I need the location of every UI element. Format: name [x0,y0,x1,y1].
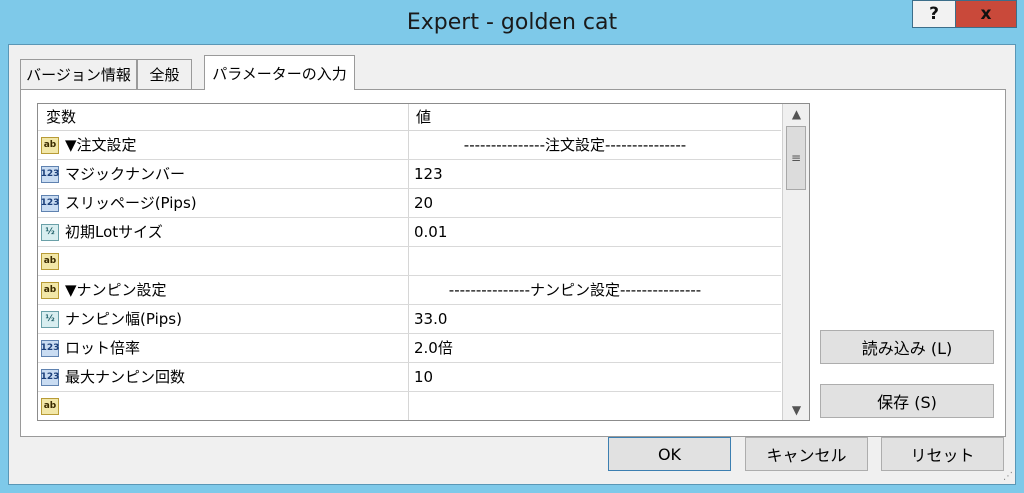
table-row[interactable]: 123 スリッページ(Pips) 20 [38,189,781,218]
double-type-icon: ½ [41,224,59,241]
scroll-down-icon[interactable]: ▼ [783,400,809,420]
double-type-icon: ½ [41,311,59,328]
tab-version-info[interactable]: バージョン情報 [20,59,137,89]
table-row[interactable]: 123 マジックナンバー 123 [38,160,781,189]
parameter-name: ロット倍率 [65,339,141,357]
table-row[interactable]: 123 ロット倍率 2.0倍 [38,334,781,363]
table-row[interactable]: ½ ナンピン幅(Pips) 33.0 [38,305,781,334]
header-value[interactable]: 値 [416,104,431,130]
expert-dialog: Expert - golden cat ? x バージョン情報 全般 パラメータ… [0,0,1024,493]
reset-button[interactable]: リセット [881,437,1004,471]
parameter-name: ナンピン幅(Pips) [65,310,182,328]
parameter-value[interactable]: 10 [414,363,433,392]
parameter-name: ▼注文設定 [65,136,137,154]
string-type-icon: ab [41,398,59,415]
table-row[interactable]: ab ▼注文設定 ---------------注文設定--------------… [38,131,781,160]
vertical-scrollbar[interactable]: ▲ ≡ ▼ [782,104,809,420]
parameter-name: 最大ナンピン回数 [65,368,186,386]
cancel-button[interactable]: キャンセル [745,437,868,471]
parameter-value[interactable]: 20 [414,189,433,218]
scroll-thumb[interactable]: ≡ [786,126,806,190]
table-row[interactable]: ab [38,392,781,420]
string-type-icon: ab [41,253,59,270]
table-row[interactable]: ab [38,247,781,276]
tab-input-parameters[interactable]: パラメーターの入力 [204,55,355,90]
parameter-value[interactable]: 0.01 [414,218,447,247]
parameters-panel: 変数 値 ab ▼注文設定 ---------------注文設定---------… [20,89,1006,437]
tab-general[interactable]: 全般 [137,59,192,89]
help-button[interactable]: ? [912,0,956,28]
parameter-name: スリッページ(Pips) [65,194,197,212]
parameter-value[interactable]: ---------------ナンピン設定--------------- [414,276,736,305]
close-button[interactable]: x [955,0,1017,28]
save-button[interactable]: 保存 (S) [820,384,994,418]
string-type-icon: ab [41,137,59,154]
table-header: 変数 値 [38,104,781,131]
parameter-value[interactable]: ---------------注文設定--------------- [414,131,736,160]
title-bar[interactable]: Expert - golden cat ? x [0,0,1024,44]
parameter-value[interactable]: 33.0 [414,305,447,334]
window-title: Expert - golden cat [406,10,618,35]
load-button[interactable]: 読み込み (L) [820,330,994,364]
parameters-table: 変数 値 ab ▼注文設定 ---------------注文設定---------… [37,103,810,421]
parameter-name: 初期Lotサイズ [65,223,163,241]
parameter-value[interactable]: 2.0倍 [414,334,453,363]
parameter-name: マジックナンバー [65,165,186,183]
header-variable[interactable]: 変数 [46,104,76,130]
dialog-body: バージョン情報 全般 パラメーターの入力 変数 値 ab ▼注文設定 -------… [8,44,1016,485]
scroll-up-icon[interactable]: ▲ [783,104,809,124]
integer-type-icon: 123 [41,340,59,357]
table-row[interactable]: 123 最大ナンピン回数 10 [38,363,781,392]
string-type-icon: ab [41,282,59,299]
integer-type-icon: 123 [41,166,59,183]
parameter-value[interactable]: 123 [414,160,443,189]
integer-type-icon: 123 [41,195,59,212]
table-row[interactable]: ½ 初期Lotサイズ 0.01 [38,218,781,247]
resize-grip-icon[interactable]: ⋰ [1003,471,1013,482]
ok-button[interactable]: OK [608,437,731,471]
table-row[interactable]: ab ▼ナンピン設定 ---------------ナンピン設定----------… [38,276,781,305]
parameter-name: ▼ナンピン設定 [65,281,167,299]
integer-type-icon: 123 [41,369,59,386]
